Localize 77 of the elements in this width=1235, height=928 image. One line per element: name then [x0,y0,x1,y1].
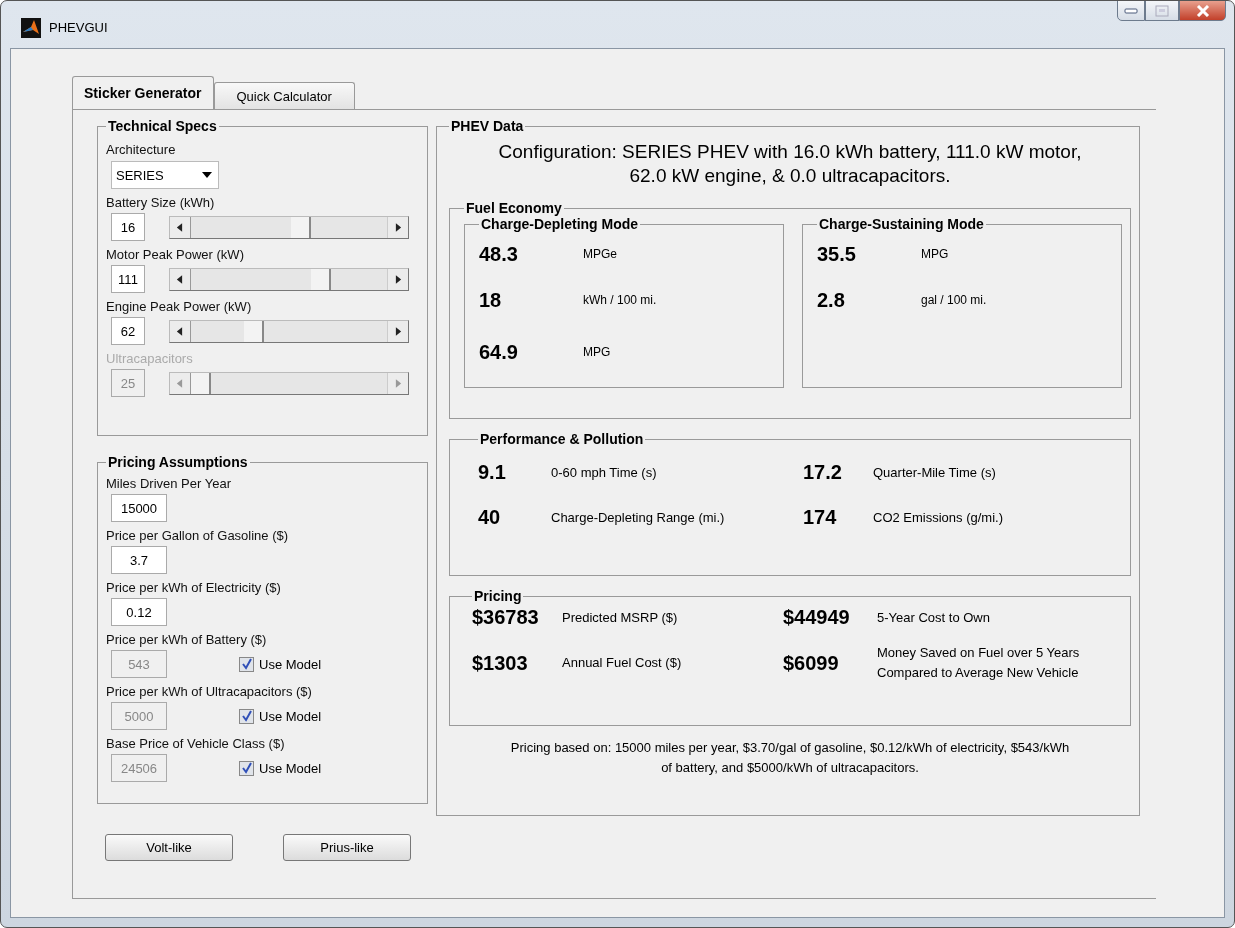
value-field[interactable]: 111 [111,265,145,293]
metric-value: $36783 [472,606,540,629]
metric-value: 9.1 [478,461,507,484]
minimize-icon [1124,6,1138,15]
metric-label: Predicted MSRP ($) [562,608,679,627]
field-label: Price per kWh of Ultracapacitors ($) [106,684,313,699]
preset-button[interactable]: Volt-like [105,834,233,861]
field-label: Price per kWh of Battery ($) [106,632,268,647]
metric-label: Annual Fuel Cost ($) [562,654,683,672]
metric-label: 5-Year Cost to Own [877,608,991,627]
group-title: Charge-Sustaining Mode [818,216,985,232]
window-title: PHEVGUI [49,20,108,35]
metric-label: Money Saved on Fuel over 5 Years Compared to Average New Vehicle [877,644,1081,682]
field-label: Architecture [106,142,177,157]
group-title: Charge-Depleting Mode [480,216,640,232]
value-field[interactable]: 16 [111,213,145,241]
metric-label: 0-60 mph Time (s) [551,463,658,482]
field-label: Ultracapacitors [106,351,194,366]
metric-value: 17.2 [803,461,843,484]
group-title: Pricing Assumptions [107,454,249,470]
metric-value: $44949 [783,606,851,629]
architecture-dropdown[interactable]: SERIES [111,161,219,189]
field-label: Base Price of Vehicle Class ($) [106,736,286,751]
field-label: Motor Peak Power (kW) [106,247,245,262]
metric-unit: MPG [921,247,949,261]
metric-value: 35.5 [817,242,857,266]
field-label: Battery Size (kWh) [106,195,216,210]
slider[interactable] [169,371,409,395]
group-title: PHEV Data [450,118,525,134]
value-field[interactable]: 62 [111,317,145,345]
metric-value: 40 [478,506,502,529]
slider-thumb[interactable] [291,216,312,238]
preset-button[interactable]: Prius-like [283,834,411,861]
maximize-icon [1155,4,1169,17]
slider[interactable] [169,267,409,291]
input-field[interactable]: 3.7 [111,546,167,574]
metric-label: Charge-Depleting Range (mi.) [551,508,726,527]
metric-label: Quarter-Mile Time (s) [873,463,997,482]
metric-unit: gal / 100 mi. [921,293,987,307]
maximize-button[interactable] [1145,1,1179,21]
close-button[interactable] [1179,1,1226,21]
app-logo-icon [21,18,41,38]
metric-unit: kWh / 100 mi. [583,293,657,307]
metric-value: $1303 [472,651,529,675]
minimize-button[interactable] [1117,1,1145,21]
group-title: Fuel Economy [465,200,563,216]
metric-unit: MPGe [583,247,617,261]
configuration-text: Configuration: SERIES PHEV with 16.0 kWh battery, 111.0 kW motor, 62.0 kW engine, & 0.0 ultracapacitors. [497,140,1083,188]
metric-value: 174 [803,506,838,529]
slider[interactable] [169,215,409,239]
check-icon [240,710,253,722]
field-label: Price per Gallon of Gasoline ($) [106,528,290,543]
tab[interactable]: Quick Calculator [213,82,355,109]
slider-thumb[interactable] [310,268,331,290]
input-field[interactable]: 0.12 [111,598,167,626]
slider-thumb[interactable] [243,320,264,342]
caret-icon [202,172,212,178]
metric-value: 48.3 [479,242,519,266]
close-icon [1195,4,1210,17]
group-title: Performance & Pollution [479,431,645,447]
field-label: Engine Peak Power (kW) [106,299,253,314]
slider[interactable] [169,319,409,343]
group-title: Technical Specs [107,118,218,134]
metric-value: 2.8 [817,288,846,312]
metric-value: 64.9 [479,340,519,364]
group-title: Pricing [473,588,523,604]
check-icon [240,658,253,670]
metric-unit: MPG [583,345,611,359]
input-field[interactable]: 15000 [111,494,167,522]
check-icon [240,762,253,774]
pricing-note: Pricing based on: 15000 miles per year, $3.70/gal of gasoline, $0.12/kWh of electricity, $543/kWh of battery, and $5000/kWh of ultracapacitors. [510,739,1070,777]
metric-label: CO2 Emissions (g/mi.) [873,508,1005,527]
tab[interactable]: Sticker Generator [72,76,214,109]
field-label: Miles Driven Per Year [106,476,232,491]
metric-value: 18 [479,288,503,312]
metric-value: $6099 [783,651,840,675]
field-label: Price per kWh of Electricity ($) [106,580,282,595]
